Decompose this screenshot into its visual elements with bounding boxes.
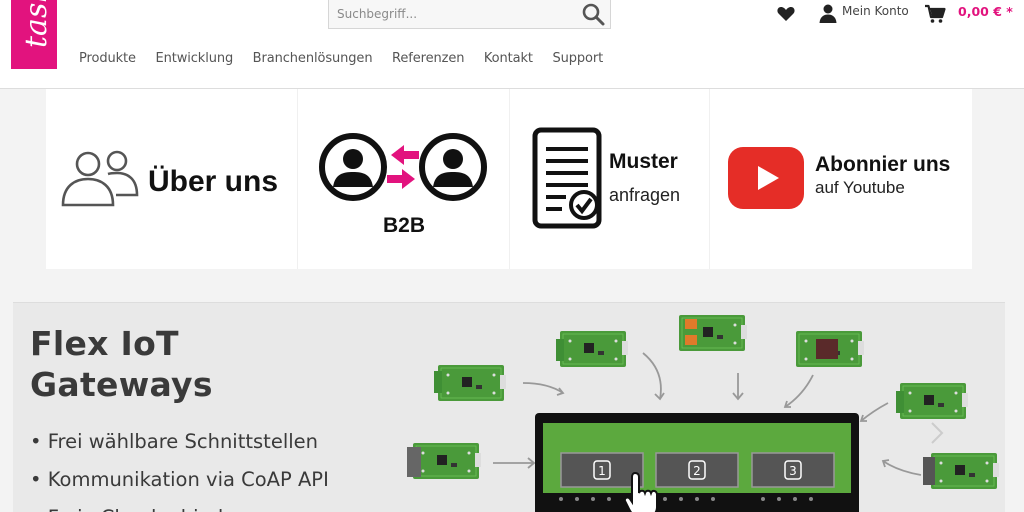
slot-number: 1 [598,464,606,478]
document-check-icon [532,127,602,229]
nav-item-entwicklung[interactable]: Entwicklung [155,51,233,66]
banner-feature-list: • Frei wählbare Schnittstellen • Kommuni… [30,423,329,512]
nav-item-support[interactable]: Support [552,51,603,66]
youtube-subtitle: auf Youtube [815,178,905,197]
slider-next-icon[interactable] [930,421,944,445]
slot-number: 3 [789,464,797,478]
io-module [795,330,865,368]
logo[interactable]: task [11,0,57,69]
nav-item-branchenloesungen[interactable]: Branchenlösungen [253,51,373,66]
main-nav: Produkte Entwicklung Branchenlösungen Re… [79,51,623,66]
banner-title: Flex IoT Gateways [30,323,213,405]
search-input[interactable] [329,0,579,28]
youtube-title: Abonnier uns [815,153,951,176]
io-module [923,452,1000,490]
muster-subtitle: anfragen [609,185,681,205]
nav-item-kontakt[interactable]: Kontakt [484,51,533,66]
feature-item: • Freie Cloudanbindung [30,499,329,512]
about-label: Über uns [148,165,279,198]
banner-title-line2: Gateways [30,365,213,404]
account-label: Mein Konto [842,4,909,18]
io-module [556,330,629,368]
nav-item-produkte[interactable]: Produkte [79,51,136,66]
gateway-device [535,413,859,512]
cart-icon [925,4,946,23]
cart-link[interactable]: 0,00 € * [924,4,1013,24]
logo-text: task [19,0,54,48]
feature-item: • Kommunikation via CoAP API [30,468,329,491]
gateway-illustration: 1 2 3 [407,314,1000,512]
slot-number: 2 [693,464,701,478]
search-box [328,0,611,29]
site-header: task Produkte Entwicklung Branchenlösung… [0,0,1024,89]
io-module [407,442,482,480]
account-link[interactable]: Mein Konto [818,3,909,23]
muster-title: Muster [609,150,678,173]
user-icon [819,4,837,23]
nav-item-referenzen[interactable]: Referenzen [392,51,464,66]
io-module [434,364,507,402]
hero-banner[interactable]: Flex IoT Gateways • Frei wählbare Schnit… [13,302,1005,512]
cart-amount: 0,00 € * [958,4,1013,19]
youtube-icon [728,147,804,209]
teaser-strip: Über uns B2B Muster anfragen Abonnier un… [46,89,972,269]
banner-title-line1: Flex IoT [30,324,179,363]
io-module [896,382,969,420]
io-module [678,314,748,352]
search-icon[interactable] [580,1,606,27]
b2b-label: B2B [383,214,426,237]
b2b-exchange-icon [319,133,487,201]
heart-icon[interactable] [776,4,796,24]
people-icon [61,150,139,207]
feature-item: • Frei wählbare Schnittstellen [30,430,319,453]
